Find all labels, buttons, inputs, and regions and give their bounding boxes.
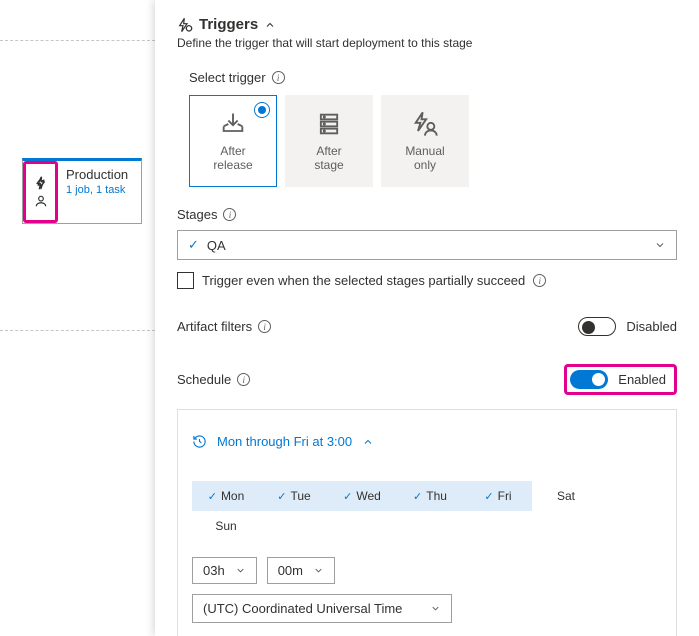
trigger-card-label: Manual only xyxy=(405,144,444,173)
download-release-icon xyxy=(219,110,247,138)
artifact-filters-state: Disabled xyxy=(626,319,677,334)
schedule-toggle-highlight: Enabled xyxy=(564,364,677,395)
checkmark-icon: ✓ xyxy=(277,490,286,503)
day-label: Thu xyxy=(426,489,447,503)
day-label: Wed xyxy=(356,489,380,503)
stages-selected-value: QA xyxy=(207,238,226,253)
day-label: Sun xyxy=(215,519,236,533)
minute-value: 00m xyxy=(278,563,303,578)
day-chip-sun[interactable]: Sun xyxy=(192,511,260,541)
schedule-summary-row[interactable]: Mon through Fri at 3:00 xyxy=(192,434,662,449)
chevron-down-icon xyxy=(654,239,666,251)
checkmark-icon: ✓ xyxy=(484,490,493,503)
day-label: Mon xyxy=(221,489,244,503)
artifact-filters-toggle[interactable] xyxy=(578,317,616,336)
day-chip-mon[interactable]: ✓ Mon xyxy=(192,481,260,511)
trigger-card-label: After stage xyxy=(314,144,343,173)
day-chip-fri[interactable]: ✓ Fri xyxy=(464,481,532,511)
day-chip-tue[interactable]: ✓ Tue xyxy=(260,481,328,511)
checkmark-icon: ✓ xyxy=(343,490,352,503)
chevron-up-icon[interactable] xyxy=(264,19,276,31)
clock-history-icon xyxy=(192,434,207,449)
day-chip-thu[interactable]: ✓ Thu xyxy=(396,481,464,511)
trigger-manual-only[interactable]: Manual only xyxy=(381,95,469,187)
stage-triggers-button[interactable] xyxy=(23,161,58,223)
day-label: Fri xyxy=(498,489,512,503)
lightning-icon xyxy=(34,176,48,190)
day-selector: ✓ Mon ✓ Tue ✓ Wed ✓ Thu ✓ Fri Sat Sun xyxy=(192,481,662,541)
info-icon[interactable]: i xyxy=(223,208,236,221)
stage-jobs-link[interactable]: 1 job, 1 task xyxy=(66,184,135,196)
info-icon[interactable]: i xyxy=(237,373,250,386)
trigger-after-release[interactable]: After release xyxy=(189,95,277,187)
checkmark-icon: ✓ xyxy=(188,237,199,253)
info-icon[interactable]: i xyxy=(533,274,546,287)
timezone-select[interactable]: (UTC) Coordinated Universal Time xyxy=(192,594,452,623)
chevron-up-icon xyxy=(362,436,374,448)
panel-title: Triggers xyxy=(199,16,258,33)
artifact-filters-label: Artifact filters xyxy=(177,319,252,334)
day-label: Sat xyxy=(557,489,575,503)
trigger-after-stage[interactable]: After stage xyxy=(285,95,373,187)
stages-dropdown[interactable]: ✓ QA xyxy=(177,230,677,260)
partial-succeed-checkbox[interactable] xyxy=(177,272,194,289)
schedule-summary-text: Mon through Fri at 3:00 xyxy=(217,434,352,449)
trigger-card-label: After release xyxy=(213,144,252,173)
hour-value: 03h xyxy=(203,563,225,578)
manual-person-icon xyxy=(411,110,439,138)
day-label: Tue xyxy=(290,489,310,503)
server-stage-icon xyxy=(315,110,343,138)
stage-card-production[interactable]: Production 1 job, 1 task xyxy=(22,158,142,224)
info-icon[interactable]: i xyxy=(272,71,285,84)
schedule-toggle[interactable] xyxy=(570,370,608,389)
stages-label: Stages xyxy=(177,207,217,222)
person-icon xyxy=(34,194,48,208)
minute-select[interactable]: 00m xyxy=(267,557,335,584)
lightning-settings-icon xyxy=(177,17,193,33)
hour-select[interactable]: 03h xyxy=(192,557,257,584)
schedule-state: Enabled xyxy=(618,372,666,387)
radio-selected-icon xyxy=(254,102,270,118)
partial-succeed-label: Trigger even when the selected stages pa… xyxy=(202,273,525,288)
day-chip-sat[interactable]: Sat xyxy=(532,481,600,511)
schedule-label: Schedule xyxy=(177,372,231,387)
timezone-value: (UTC) Coordinated Universal Time xyxy=(203,601,402,616)
info-icon[interactable]: i xyxy=(258,320,271,333)
checkmark-icon: ✓ xyxy=(208,490,217,503)
day-chip-wed[interactable]: ✓ Wed xyxy=(328,481,396,511)
triggers-panel: Triggers Define the trigger that will st… xyxy=(155,0,699,636)
panel-description: Define the trigger that will start deplo… xyxy=(177,36,677,50)
checkmark-icon: ✓ xyxy=(413,490,422,503)
select-trigger-label: Select trigger xyxy=(189,70,266,85)
stage-name: Production xyxy=(66,167,135,182)
